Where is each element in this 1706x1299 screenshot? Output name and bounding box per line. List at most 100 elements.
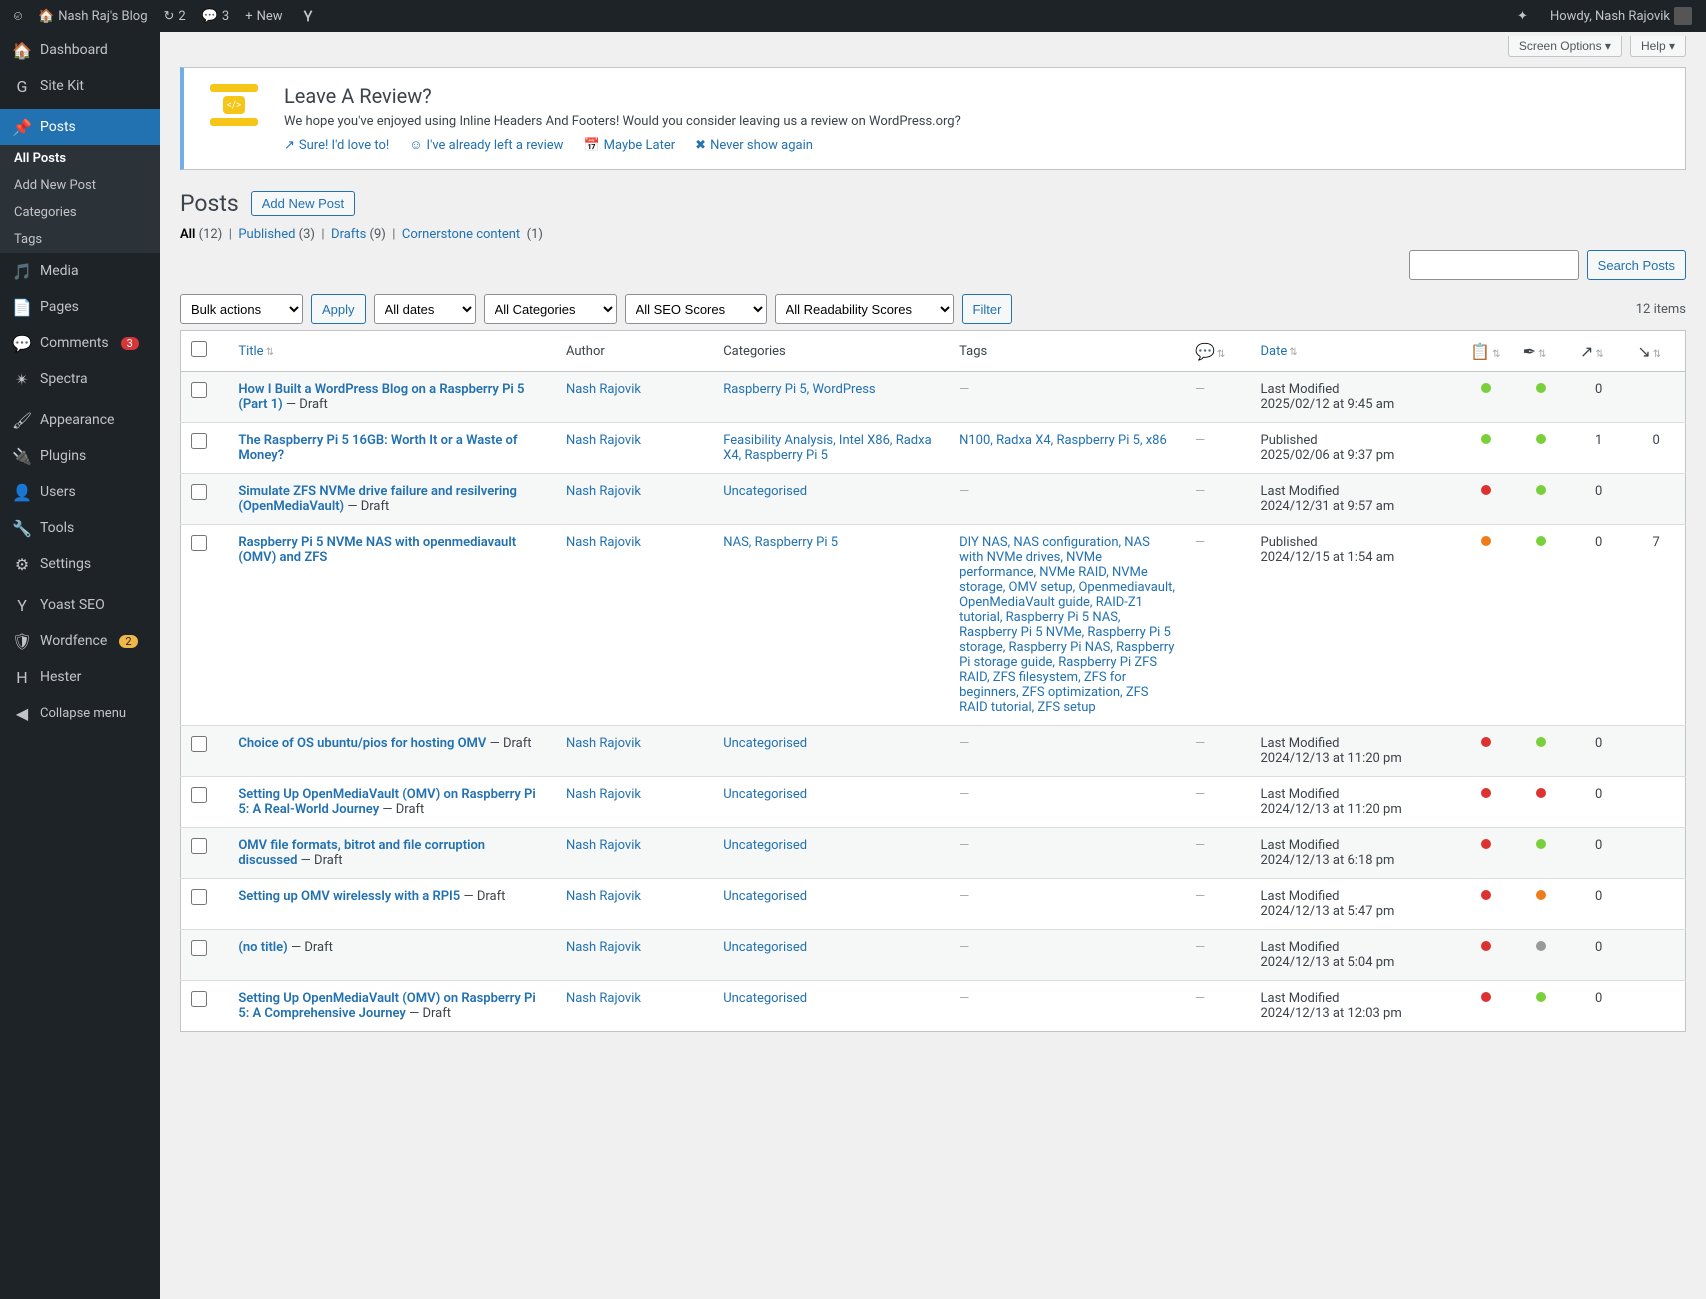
menu-posts[interactable]: 📌Posts	[0, 109, 160, 145]
author-link[interactable]: Nash Rajovik	[566, 433, 641, 448]
wp-logo-icon[interactable]	[8, 6, 28, 26]
author-link[interactable]: Nash Rajovik	[566, 382, 641, 397]
row-checkbox[interactable]	[191, 382, 207, 398]
search-posts-button[interactable]: Search Posts	[1587, 250, 1686, 280]
menu-dashboard[interactable]: 🏠Dashboard	[0, 32, 160, 68]
tag-link[interactable]: N100, Radxa X4, Raspberry Pi 5, x86	[959, 433, 1167, 448]
col-date[interactable]: Date⇅	[1251, 331, 1461, 372]
readability-select[interactable]: All Readability Scores	[775, 294, 954, 324]
post-title-link[interactable]: Setting Up OpenMediaVault (OMV) on Raspb…	[238, 991, 535, 1021]
new-link[interactable]: + New	[239, 9, 288, 24]
filter-all[interactable]: All	[180, 227, 195, 242]
menu-settings[interactable]: ⚙Settings	[0, 546, 160, 582]
site-link[interactable]: 🏠 Nash Raj's Blog	[32, 9, 154, 24]
post-title-link[interactable]: Setting up OMV wirelessly with a RPI5	[238, 889, 460, 904]
tag-link[interactable]: DIY NAS, NAS configuration, NAS with NVM…	[959, 535, 1175, 715]
submenu-categories[interactable]: Categories	[0, 199, 160, 226]
col-links-out[interactable]: ↗⇅	[1570, 331, 1627, 372]
select-all-checkbox[interactable]	[191, 341, 207, 357]
author-link[interactable]: Nash Rajovik	[566, 940, 641, 955]
updates-link[interactable]: ↻ 2	[158, 9, 192, 24]
post-title-link[interactable]: Choice of OS ubuntu/pios for hosting OMV	[238, 736, 486, 751]
filter-published[interactable]: Published	[238, 227, 295, 242]
post-title-link[interactable]: (no title)	[238, 940, 287, 955]
seo-select[interactable]: All SEO Scores	[625, 294, 767, 324]
comments-link[interactable]: 💬 3	[196, 9, 236, 24]
notice-link-later[interactable]: 📅 Maybe Later	[583, 137, 675, 153]
category-link[interactable]: Uncategorised	[723, 889, 807, 904]
menu-wordfence[interactable]: 🛡Wordfence2	[0, 623, 160, 659]
author-link[interactable]: Nash Rajovik	[566, 535, 641, 550]
col-comments[interactable]: 💬⇅	[1185, 331, 1251, 372]
col-seo[interactable]: 📋⇅	[1460, 331, 1512, 372]
dates-select[interactable]: All dates	[374, 294, 476, 324]
author-link[interactable]: Nash Rajovik	[566, 838, 641, 853]
notice-link-love[interactable]: ↗ Sure! I'd love to!	[284, 137, 389, 153]
category-link[interactable]: Raspberry Pi 5, WordPress	[723, 382, 875, 397]
menu-appearance[interactable]: 🖌Appearance	[0, 402, 160, 438]
apply-button[interactable]: Apply	[311, 294, 366, 324]
author-link[interactable]: Nash Rajovik	[566, 787, 641, 802]
screen-options-button[interactable]: Screen Options ▾	[1508, 36, 1622, 57]
category-link[interactable]: Feasibility Analysis, Intel X86, Radxa X…	[723, 433, 931, 463]
category-link[interactable]: Uncategorised	[723, 940, 807, 955]
filter-drafts[interactable]: Drafts	[331, 227, 366, 242]
post-title-link[interactable]: How I Built a WordPress Blog on a Raspbe…	[238, 382, 524, 412]
menu-yoast-seo[interactable]: YYoast SEO	[0, 587, 160, 623]
row-checkbox[interactable]	[191, 787, 207, 803]
bulk-actions-select[interactable]: Bulk actions	[180, 294, 303, 324]
menu-pages[interactable]: 📄Pages	[0, 289, 160, 325]
menu-site-kit[interactable]: GSite Kit	[0, 68, 160, 104]
row-checkbox[interactable]	[191, 736, 207, 752]
category-link[interactable]: Uncategorised	[723, 484, 807, 499]
sparkle-icon[interactable]: ✦	[1511, 9, 1534, 24]
col-links-in[interactable]: ↘⇅	[1627, 331, 1685, 372]
menu-spectra[interactable]: ✴Spectra	[0, 361, 160, 397]
categories-select[interactable]: All Categories	[484, 294, 617, 324]
post-title-link[interactable]: OMV file formats, bitrot and file corrup…	[238, 838, 485, 868]
submenu-add-new-post[interactable]: Add New Post	[0, 172, 160, 199]
category-link[interactable]: Uncategorised	[723, 838, 807, 853]
col-categories: Categories	[713, 331, 949, 372]
submenu-all-posts[interactable]: All Posts	[0, 145, 160, 172]
row-checkbox[interactable]	[191, 991, 207, 1007]
menu-comments[interactable]: 💬Comments3	[0, 325, 160, 361]
col-title[interactable]: Title⇅	[228, 331, 556, 372]
row-checkbox[interactable]	[191, 838, 207, 854]
filter-cornerstone[interactable]: Cornerstone content	[402, 227, 520, 242]
row-checkbox[interactable]	[191, 535, 207, 551]
menu-plugins[interactable]: 🔌Plugins	[0, 438, 160, 474]
yoast-topbar-icon[interactable]	[293, 7, 323, 25]
post-title-link[interactable]: Raspberry Pi 5 NVMe NAS with openmediava…	[238, 535, 516, 565]
menu-hester[interactable]: HHester	[0, 659, 160, 695]
category-link[interactable]: NAS, Raspberry Pi 5	[723, 535, 838, 550]
add-new-button[interactable]: Add New Post	[251, 191, 355, 216]
seo-dot	[1481, 839, 1491, 849]
author-link[interactable]: Nash Rajovik	[566, 991, 641, 1006]
help-button[interactable]: Help ▾	[1630, 36, 1686, 57]
row-checkbox[interactable]	[191, 940, 207, 956]
author-link[interactable]: Nash Rajovik	[566, 736, 641, 751]
category-link[interactable]: Uncategorised	[723, 991, 807, 1006]
account-link[interactable]: Howdy, Nash Rajovik	[1544, 7, 1698, 25]
col-readability[interactable]: ✒⇅	[1513, 331, 1570, 372]
posts-table: Title⇅ Author Categories Tags 💬⇅ Date⇅ 📋…	[180, 330, 1686, 1032]
filter-button[interactable]: Filter	[962, 294, 1013, 324]
category-link[interactable]: Uncategorised	[723, 736, 807, 751]
notice-link-already[interactable]: ☺ I've already left a review	[409, 137, 563, 153]
row-checkbox[interactable]	[191, 484, 207, 500]
menu-tools[interactable]: 🔧Tools	[0, 510, 160, 546]
category-link[interactable]: Uncategorised	[723, 787, 807, 802]
author-link[interactable]: Nash Rajovik	[566, 484, 641, 499]
collapse-menu[interactable]: ◀Collapse menu	[0, 695, 160, 731]
author-link[interactable]: Nash Rajovik	[566, 889, 641, 904]
menu-users[interactable]: 👤Users	[0, 474, 160, 510]
post-title-link[interactable]: The Raspberry Pi 5 16GB: Worth It or a W…	[238, 433, 517, 463]
row-checkbox[interactable]	[191, 889, 207, 905]
row-checkbox[interactable]	[191, 433, 207, 449]
links-out-count: 0	[1595, 991, 1602, 1006]
submenu-tags[interactable]: Tags	[0, 226, 160, 253]
notice-link-never[interactable]: ✖ Never show again	[695, 137, 813, 153]
menu-media[interactable]: 🎵Media	[0, 253, 160, 289]
search-input[interactable]	[1409, 250, 1579, 280]
